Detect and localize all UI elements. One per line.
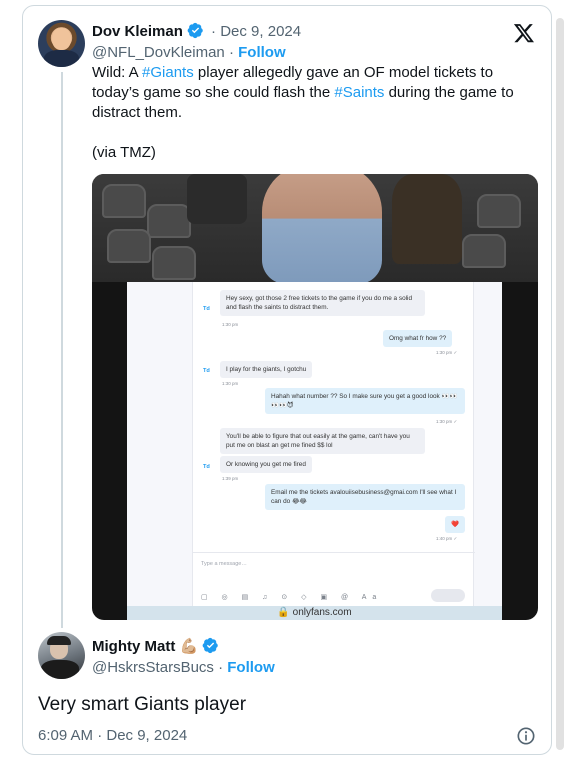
stadium-scene xyxy=(92,174,538,282)
text-segment: Wild: A xyxy=(92,64,143,81)
flexed-biceps-emoji: 💪🏼 xyxy=(179,638,199,655)
sender-avatar-label: Td xyxy=(203,464,210,470)
background-person xyxy=(392,174,462,264)
message-time: 1:40 pm ✓ xyxy=(436,536,458,541)
reply-header: Mighty Matt 💪🏼 xyxy=(92,637,222,657)
hashtag-saints-link[interactable]: #Saints xyxy=(334,84,384,101)
sender-avatar-label: Td xyxy=(203,306,210,312)
tweet-date[interactable]: Dec 9, 2024 xyxy=(220,23,301,40)
author-handle[interactable]: @NFL_DovKleiman xyxy=(92,44,225,61)
model-figure xyxy=(262,174,382,282)
tweet-body-paragraph: Wild: A #Giants player allegedly gave an… xyxy=(92,63,537,123)
quoted-tweet-text: Wild: A #Giants player allegedly gave an… xyxy=(92,63,537,123)
background-person xyxy=(187,174,247,224)
send-button xyxy=(431,589,465,602)
avatar-body xyxy=(44,50,79,67)
message-time: 1:39 pm xyxy=(222,476,239,481)
reply-author-avatar[interactable] xyxy=(38,632,85,679)
chat-message-out: Hahah what number ?? So I make sure you … xyxy=(265,388,465,414)
author-avatar[interactable] xyxy=(38,20,85,67)
hashtag-giants-link[interactable]: #Giants xyxy=(142,64,194,81)
info-icon[interactable] xyxy=(516,726,536,746)
message-input: Type a message… xyxy=(201,561,247,567)
quoted-tweet-handle-row: @NFL_DovKleiman · Follow xyxy=(92,43,286,63)
author-name[interactable]: Dov Kleiman xyxy=(92,23,183,40)
message-time: 1:30 pm xyxy=(222,322,239,327)
reply-handle-row: @HskrsStarsBucs · Follow xyxy=(92,658,275,678)
tweet-media-image[interactable]: Td Hey sexy, got those 2 free tickets to… xyxy=(92,174,538,620)
handle-separator: · xyxy=(224,44,239,61)
reply-timestamp[interactable]: 6:09 AM · Dec 9, 2024 xyxy=(38,726,187,746)
chat-message-out: Omg what fr how ?? xyxy=(383,330,453,347)
chat-screenshot: Td Hey sexy, got those 2 free tickets to… xyxy=(127,282,502,612)
avatar-face xyxy=(52,28,71,50)
stadium-seat xyxy=(462,234,506,268)
quoted-tweet-header: Dov Kleiman · Dec 9, 2024 xyxy=(92,22,301,42)
message-time: 1:30 pm ✓ xyxy=(436,419,458,424)
reply-tweet-text: Very smart Giants player xyxy=(38,694,247,715)
follow-button[interactable]: Follow xyxy=(238,44,286,61)
avatar-cap xyxy=(47,636,71,645)
chat-message-in: Or knowing you get me fired xyxy=(220,456,312,473)
composer-toolbar-icons: ▢ ◎ ▤ ♫ ⊙ ◇ ▣ @ Aa xyxy=(201,594,383,601)
stadium-seat xyxy=(102,184,146,218)
message-composer: Type a message… ▢ ◎ ▤ ♫ ⊙ ◇ ▣ @ Aa xyxy=(193,552,475,612)
scrollbar[interactable] xyxy=(556,18,564,750)
handle-separator: · xyxy=(213,659,228,676)
chat-message-in: You'll be able to figure that out easily… xyxy=(220,428,425,454)
verified-badge-icon xyxy=(202,637,218,654)
message-time: 1:30 pm ✓ xyxy=(436,350,458,355)
x-logo-icon[interactable] xyxy=(513,22,535,44)
chat-message-in: Hey sexy, got those 2 free tickets to th… xyxy=(220,290,425,316)
message-time: 1:30 pm xyxy=(222,381,239,386)
stadium-seat xyxy=(152,246,196,280)
reply-author-name[interactable]: Mighty Matt xyxy=(92,638,175,655)
tweet-embed-card: Dov Kleiman · Dec 9, 2024 @NFL_DovKleima… xyxy=(22,5,552,755)
reply-follow-button[interactable]: Follow xyxy=(227,659,275,676)
header-separator: · xyxy=(206,23,221,40)
stadium-seat xyxy=(107,229,151,263)
browser-url-bar: 🔒 onlyfans.com xyxy=(127,606,502,620)
chat-message-out: Email me the tickets avalouiisebusiness@… xyxy=(265,484,465,510)
chat-panel: Td Hey sexy, got those 2 free tickets to… xyxy=(192,282,475,612)
reply-author-handle[interactable]: @HskrsStarsBucs xyxy=(92,659,214,676)
chat-message-out: ❤️ xyxy=(445,516,465,533)
verified-badge-icon xyxy=(187,22,203,39)
via-credit: (via TMZ) xyxy=(92,144,156,161)
stadium-seat xyxy=(147,204,191,238)
chat-message-in: I play for the giants, I gotchu xyxy=(220,361,313,378)
avatar-body xyxy=(41,660,79,679)
stadium-seat xyxy=(477,194,521,228)
thread-line xyxy=(61,72,63,628)
sender-avatar-label: Td xyxy=(203,368,210,374)
